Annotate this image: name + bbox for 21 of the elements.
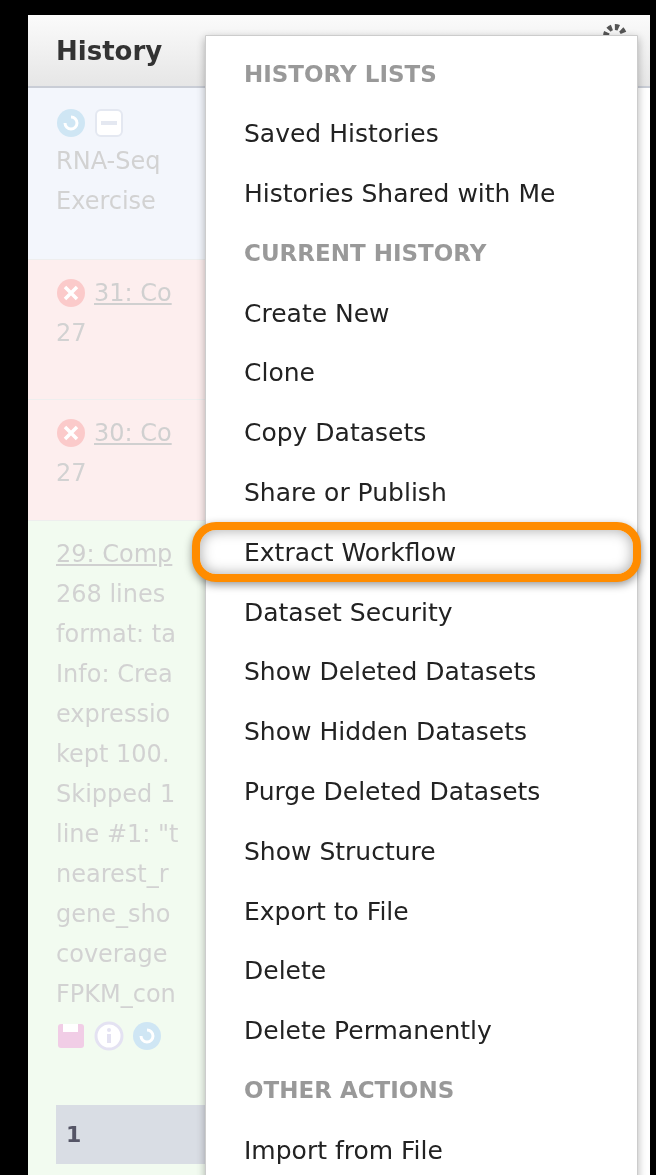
menu-section-header: OTHER ACTIONS [243,1076,456,1106]
menu-item[interactable]: Share or Publish [206,462,637,523]
menu-item[interactable]: Histories Shared with Me [206,163,637,224]
menu-item[interactable]: Show Structure [206,821,637,882]
menu-section-header: HISTORY LISTS [243,59,438,89]
panel-title: History [56,35,163,66]
menu-item[interactable]: Export to File [206,881,637,941]
menu-item[interactable]: Show Deleted Datasets [206,641,637,702]
menu-item[interactable]: Delete Permanently [206,1000,637,1061]
menu-item[interactable]: Create New [206,283,637,343]
menu-item[interactable]: Copy Datasets [206,402,637,463]
menu-section-header: CURRENT HISTORY [243,239,488,269]
menu-item[interactable]: Purge Deleted Datasets [206,761,637,822]
menu-item[interactable]: Show Hidden Datasets [206,701,637,762]
menu-item[interactable]: Saved Histories [206,103,637,164]
menu-item[interactable]: Dataset Security [206,582,637,642]
menu-item[interactable]: Delete [206,940,637,1001]
menu-item[interactable]: Import from File [206,1120,637,1175]
menu-item[interactable]: Clone [206,343,637,403]
menu-item[interactable]: Extract Workflow [192,522,641,583]
column-label: 1 [66,1122,82,1147]
